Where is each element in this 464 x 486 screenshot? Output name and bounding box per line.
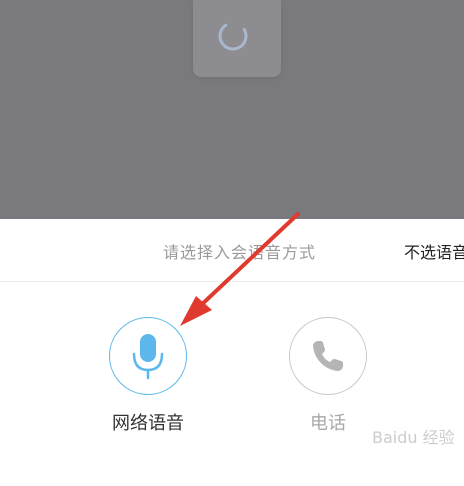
loading-card — [193, 0, 281, 77]
phone-icon — [313, 341, 343, 371]
network-voice-option[interactable]: 网络语音 — [106, 317, 190, 435]
sheet-header: 请选择入会语音方式 不选语音 — [0, 219, 464, 282]
phone-label: 电话 — [310, 413, 346, 434]
loading-spinner-icon — [218, 21, 248, 51]
dim-overlay[interactable] — [0, 0, 464, 219]
phone-option[interactable]: 电话 — [286, 317, 370, 435]
phone-button[interactable] — [289, 317, 367, 395]
screen: 请选择入会语音方式 不选语音 网络语音 电话 Baidu 经验 — [0, 0, 464, 486]
watermark: Baidu 经验 — [372, 428, 455, 447]
network-voice-label: 网络语音 — [112, 413, 184, 434]
no-voice-button[interactable]: 不选语音 — [404, 239, 464, 263]
microphone-icon — [132, 334, 164, 380]
sheet-title: 请选择入会语音方式 — [163, 243, 317, 262]
network-voice-button[interactable] — [109, 317, 187, 395]
